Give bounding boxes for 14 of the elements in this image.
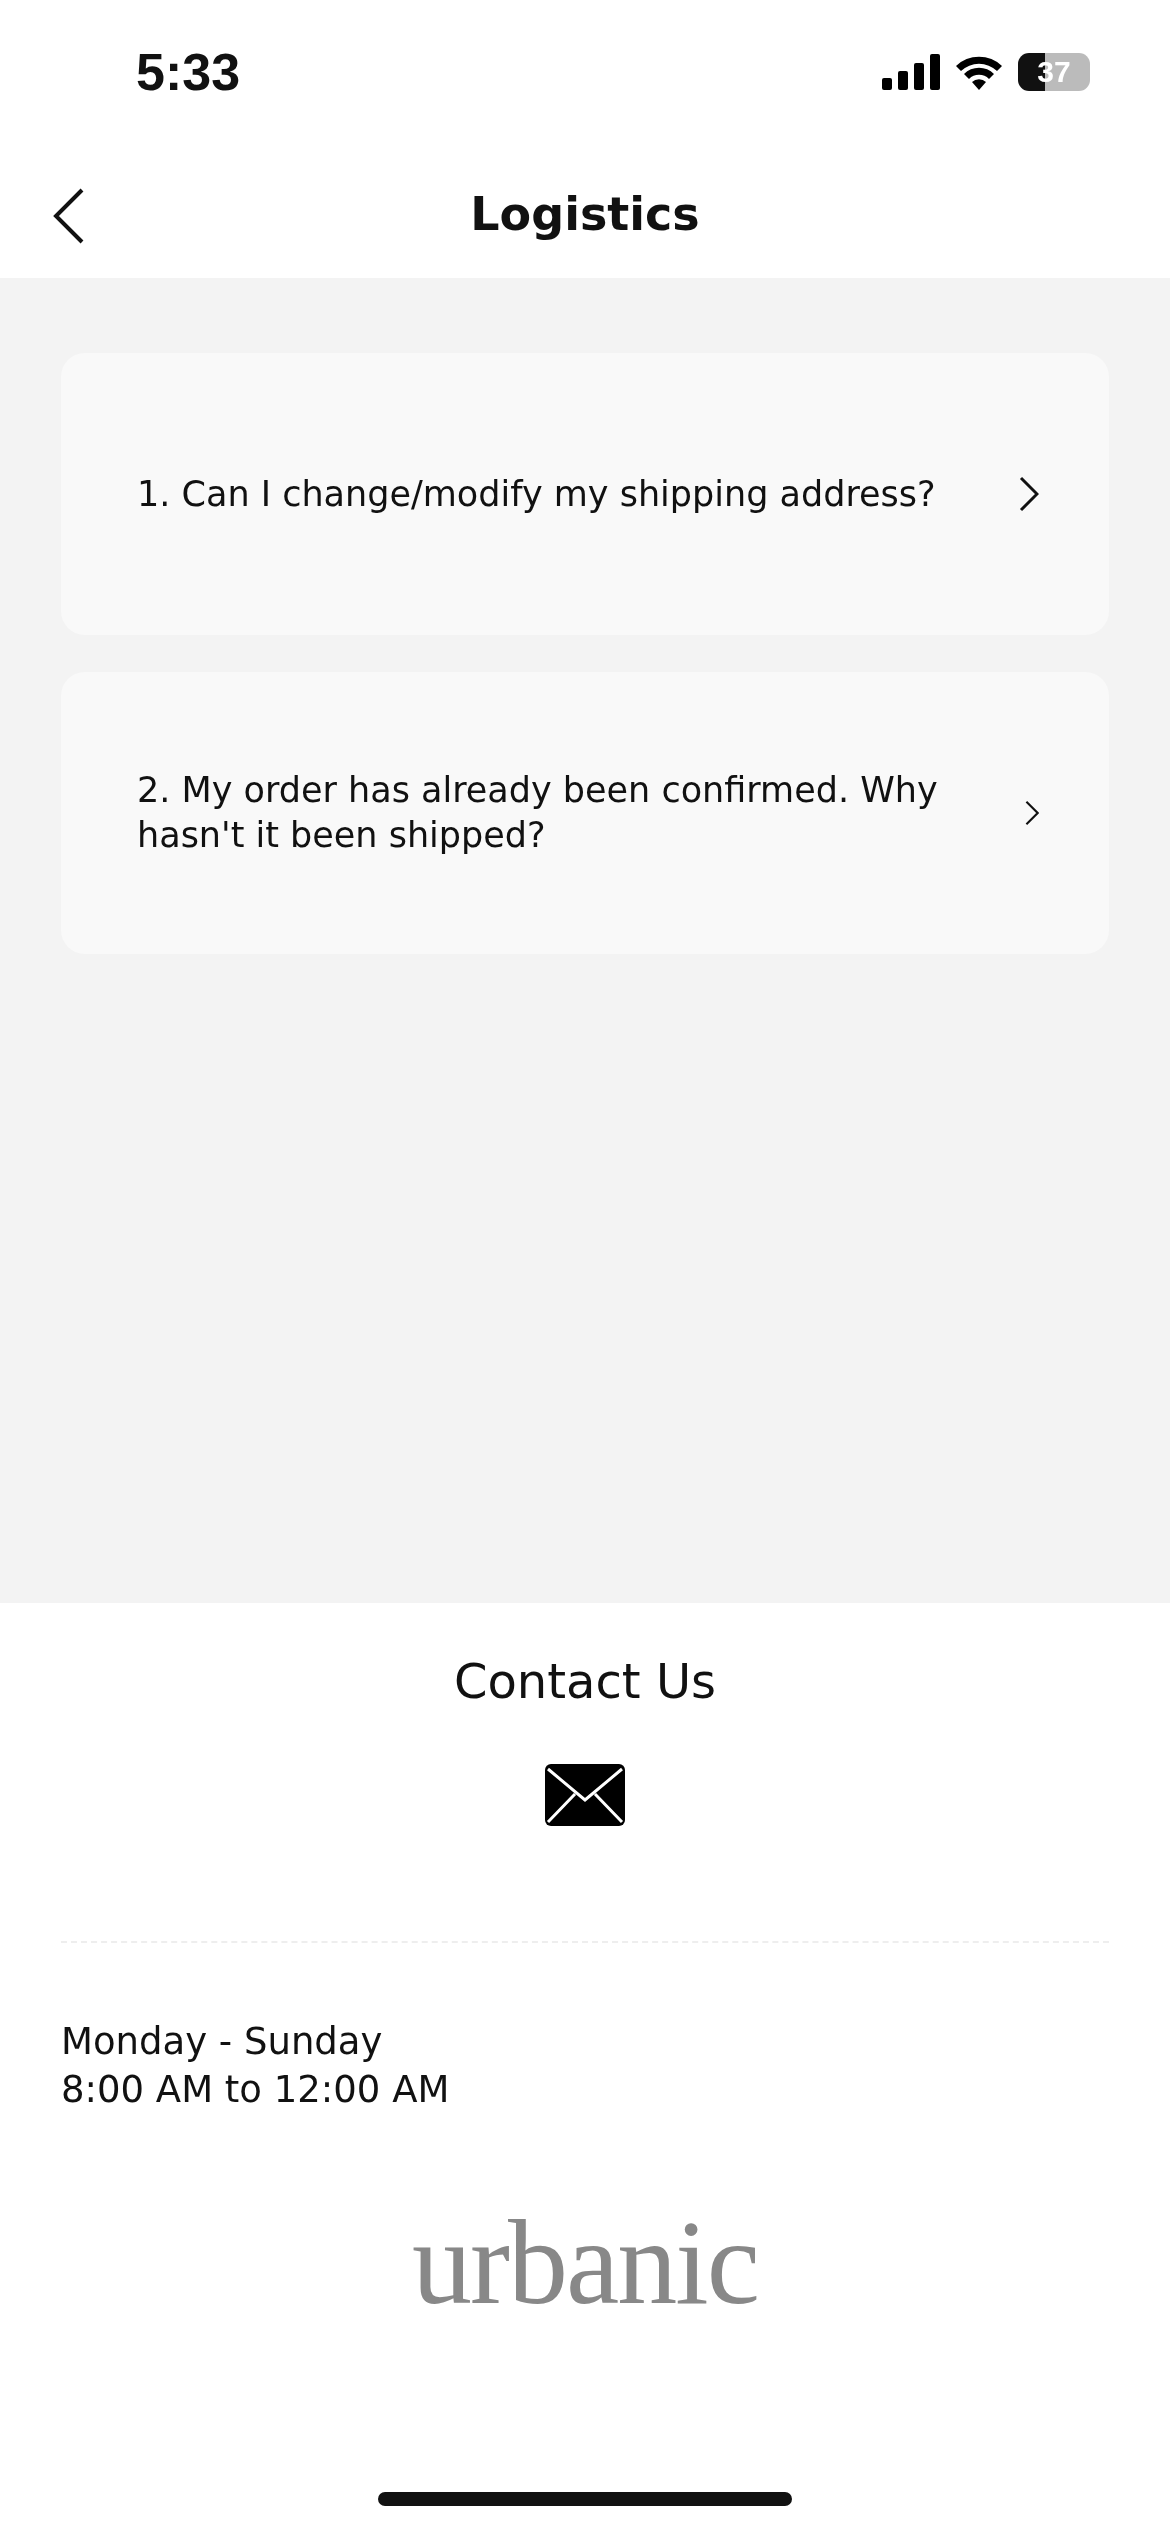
signal-icon [882,54,940,90]
faq-item[interactable]: 2. My order has already been confirmed. Why hasn't it been shipped? [61,672,1109,954]
status-time: 5:33 [136,42,241,102]
contact-title: Contact Us [452,1653,718,1709]
brand-logo: urbanic [411,2195,759,2331]
hours-text: 8:00 AM to 12:00 AM [61,2067,451,2113]
faq-question: 1. Can I change/modify my shipping address? [137,472,936,516]
faq-question: 2. My order has already been confirmed. Why hasn't it been shipped? [137,769,939,857]
page-title: Logistics [470,187,700,241]
faq-item[interactable]: 1. Can I change/modify my shipping address? [61,353,1109,635]
wifi-icon [954,54,1004,90]
chevron-right-icon [1019,476,1039,512]
mail-icon[interactable] [545,1764,625,1826]
hours-text: Monday - Sunday [61,2019,384,2065]
